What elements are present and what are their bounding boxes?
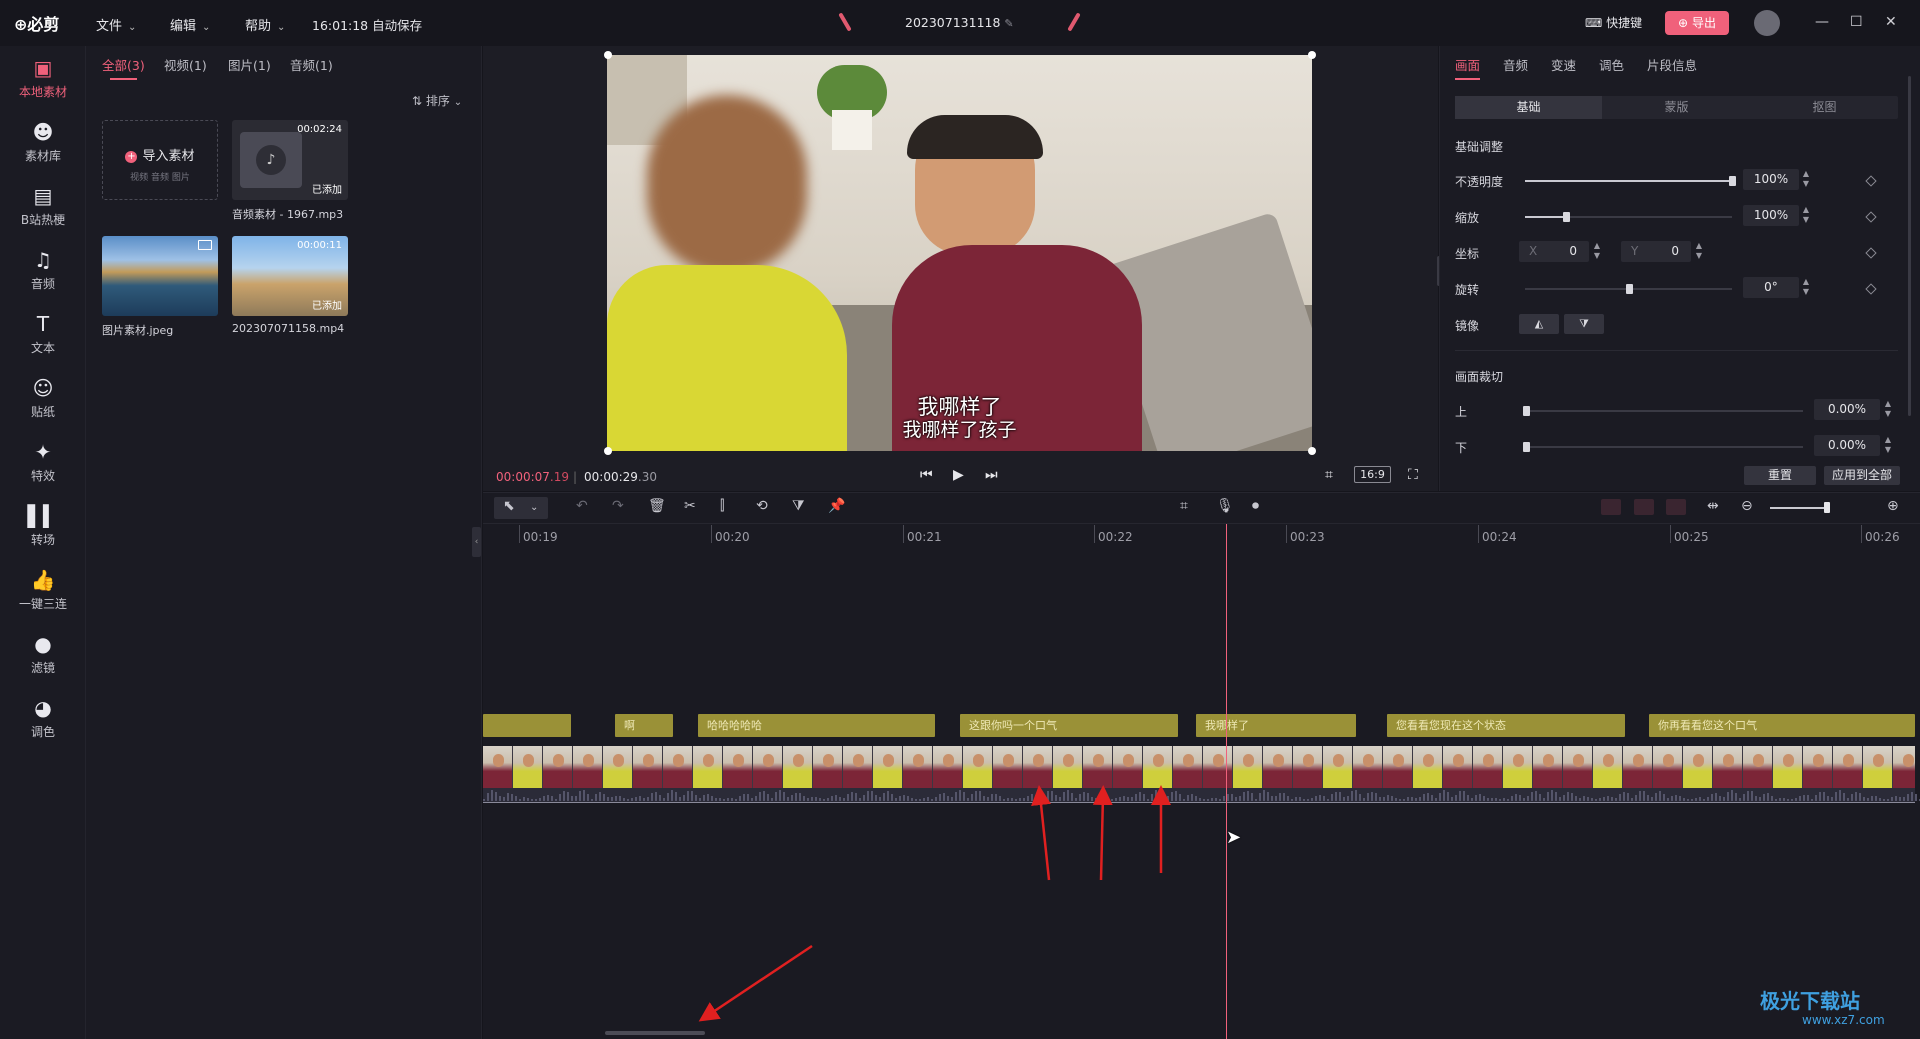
red-arrow <box>698 944 813 1022</box>
timeline-horizontal-scrollbar[interactable] <box>605 1031 705 1035</box>
watermark-url: www.xz7.com <box>1802 1013 1885 1027</box>
red-arrow <box>1031 785 1051 881</box>
watermark-logo: 极光下载站 <box>1760 989 1860 1013</box>
annotation-arrows <box>698 785 1171 1022</box>
red-arrow <box>1092 785 1113 881</box>
